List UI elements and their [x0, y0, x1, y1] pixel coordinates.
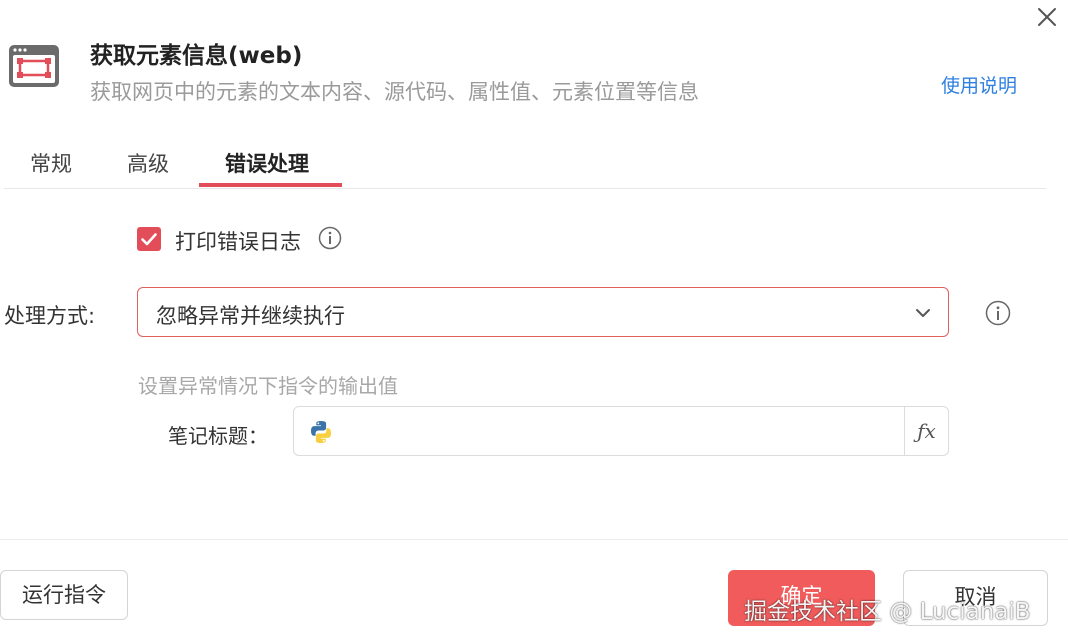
- footer-divider: [0, 539, 1068, 540]
- tab-error-handling[interactable]: 错误处理: [225, 148, 309, 178]
- dialog-subtitle: 获取网页中的元素的文本内容、源代码、属性值、元素位置等信息: [90, 80, 699, 104]
- dialog-title: 获取元素信息(web): [90, 43, 303, 69]
- output-hint: 设置异常情况下指令的输出值: [138, 374, 398, 398]
- info-icon[interactable]: [985, 300, 1011, 326]
- close-icon[interactable]: [1032, 2, 1062, 32]
- note-title-label: 笔记标题：: [168, 424, 268, 448]
- handling-mode-label: 处理方式:: [4, 304, 96, 328]
- print-log-checkbox[interactable]: [137, 227, 161, 251]
- chevron-down-icon: [914, 304, 932, 322]
- help-link[interactable]: 使用说明: [941, 71, 1017, 98]
- tab-advanced[interactable]: 高级: [127, 148, 169, 178]
- handling-mode-value: 忽略异常并继续执行: [156, 304, 345, 328]
- note-title-input[interactable]: ƒx: [293, 406, 949, 456]
- run-command-button[interactable]: 运行指令: [0, 570, 128, 620]
- tabs-divider: [4, 188, 1046, 189]
- tab-general[interactable]: 常规: [30, 148, 72, 178]
- handling-mode-select[interactable]: 忽略异常并继续执行: [137, 287, 949, 337]
- watermark: 掘金技术社区 @ LucianaiB: [744, 599, 1031, 625]
- python-icon: [308, 419, 334, 445]
- print-log-label: 打印错误日志: [175, 230, 301, 254]
- active-tab-indicator: [199, 183, 342, 187]
- fx-icon[interactable]: ƒx: [905, 407, 948, 455]
- info-icon[interactable]: [318, 226, 342, 250]
- browser-element-icon: [8, 44, 60, 88]
